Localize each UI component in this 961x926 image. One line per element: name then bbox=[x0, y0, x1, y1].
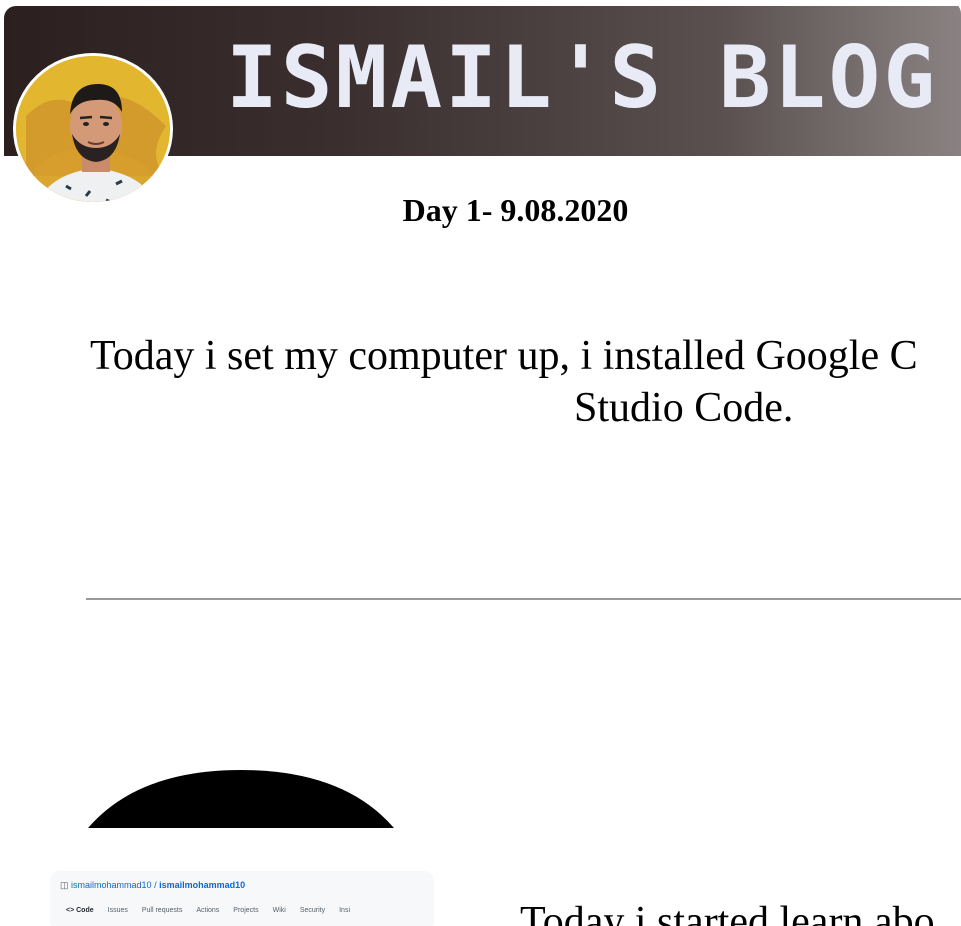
github-owner-link: ismailmohammad10 bbox=[71, 880, 152, 890]
post-body-line: Today i set my computer up, i installed … bbox=[90, 333, 918, 379]
tab-issues: Issues bbox=[107, 907, 128, 914]
post-body: Today i set my computer up, i installed … bbox=[90, 330, 961, 431]
tab-insights: Insi bbox=[339, 907, 351, 914]
tab-actions: Actions bbox=[196, 907, 220, 914]
post-divider bbox=[86, 598, 961, 600]
tab-security: Security bbox=[299, 907, 326, 914]
breadcrumb-separator: / bbox=[151, 880, 160, 890]
tab-pull-requests: Pull requests bbox=[141, 907, 183, 914]
github-repo-breadcrumb: ◫ ismailmohammad10 / ismailmohammad10 bbox=[60, 880, 245, 891]
post-body: Today i started learn abo bbox=[520, 899, 935, 926]
tab-code: <> Code bbox=[66, 907, 94, 914]
avatar-portrait-image bbox=[16, 56, 170, 202]
black-arc-image bbox=[88, 770, 394, 828]
tab-wiki: Wiki bbox=[272, 907, 286, 914]
github-screenshot-image: ◫ ismailmohammad10 / ismailmohammad10 <>… bbox=[50, 871, 434, 926]
tab-projects: Projects bbox=[233, 907, 259, 914]
avatar bbox=[13, 53, 173, 205]
page-frame: ISMAIL'S BLOG Day 1- 9.08.2020 Today i s… bbox=[0, 0, 961, 926]
github-tabs: <> Code Issues Pull requests Actions Pro… bbox=[66, 907, 350, 914]
github-repo-link: ismailmohammad10 bbox=[159, 880, 246, 890]
blog-title[interactable]: ISMAIL'S BLOG bbox=[226, 28, 938, 128]
repo-icon: ◫ bbox=[60, 880, 69, 890]
post-body-line: Studio Code. bbox=[574, 385, 794, 431]
post-title: Day 1- 9.08.2020 bbox=[402, 192, 629, 228]
